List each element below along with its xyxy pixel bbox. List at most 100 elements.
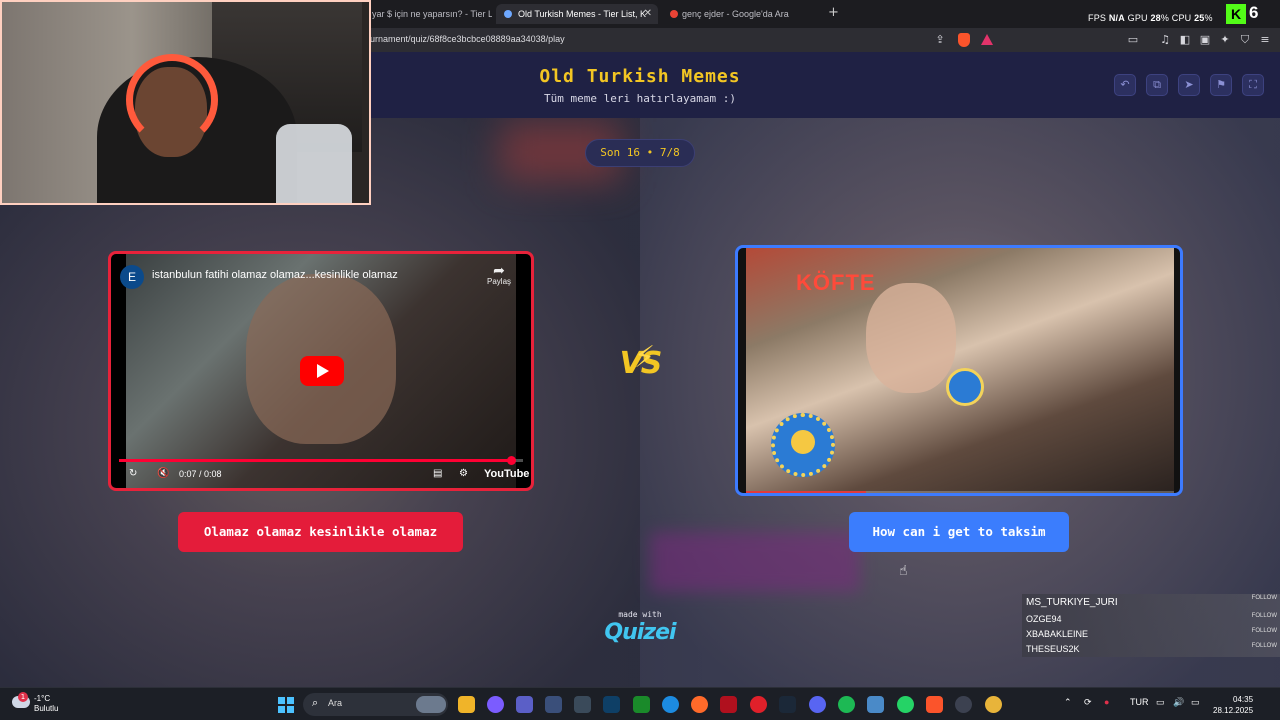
weather-badge: 1: [18, 692, 28, 702]
chat-row: OZGE94 FOLLOW: [1022, 612, 1280, 627]
file-explorer-icon[interactable]: [458, 696, 475, 713]
follow-label: FOLLOW: [1251, 643, 1277, 649]
menu-icon[interactable]: ≡: [1258, 33, 1272, 47]
channel-avatar[interactable]: E: [120, 265, 144, 289]
battery-icon[interactable]: ▭: [1191, 697, 1200, 708]
app-red-icon[interactable]: [720, 696, 737, 713]
search-placeholder: Ara: [328, 698, 343, 708]
share-button[interactable]: ➦ Paylaş: [487, 263, 511, 286]
vpn-icon[interactable]: ⛉: [1238, 33, 1252, 47]
share-quiz-button[interactable]: ⧉: [1146, 74, 1168, 96]
mic-muted-icon[interactable]: ●: [1104, 697, 1109, 707]
whatsapp-icon[interactable]: [897, 696, 914, 713]
leo-ai-icon[interactable]: ✦: [1218, 33, 1232, 47]
brave-rewards-icon[interactable]: [981, 34, 993, 45]
clock-time: 04:35: [1233, 695, 1254, 704]
taskbar-search[interactable]: ⌕ Ara: [303, 693, 448, 716]
system-clock[interactable]: 04:35 28.12.2025: [1213, 694, 1253, 716]
send-button[interactable]: ➤: [1178, 74, 1200, 96]
microphone-icon: [946, 368, 984, 406]
water-bottle: [276, 124, 352, 203]
mute-icon[interactable]: 🔇: [157, 468, 169, 479]
weather-temp: -1°C: [34, 694, 51, 703]
share-icon[interactable]: ⇪: [933, 33, 947, 47]
choose-right-button[interactable]: How can i get to taksim: [849, 512, 1069, 552]
video-title[interactable]: istanbulun fatihi olamaz olamaz...kesinl…: [152, 269, 398, 281]
obs-icon[interactable]: [955, 696, 972, 713]
sync-icon[interactable]: ⟳: [1084, 697, 1092, 708]
new-tab-icon[interactable]: +: [828, 5, 839, 20]
reader-mode-icon[interactable]: ▭: [1126, 33, 1140, 47]
spotify-icon[interactable]: [838, 696, 855, 713]
chat-overlay: MS_TURKIYE_JURI FOLLOW OZGE94 FOLLOW XBA…: [1022, 594, 1280, 657]
google-favicon-icon: [670, 10, 678, 18]
play-button[interactable]: [300, 356, 344, 386]
chrome-icon[interactable]: [985, 696, 1002, 713]
headset-icon: [126, 54, 218, 146]
report-flag-button[interactable]: ⚑: [1210, 74, 1232, 96]
lightning-icon: ⚡: [634, 340, 656, 375]
photoshop-icon[interactable]: [603, 696, 620, 713]
tab-favicon-icon: [504, 10, 512, 18]
brave-shield-icon[interactable]: [958, 33, 970, 47]
settings-gear-icon[interactable]: ⚙: [459, 468, 468, 479]
right-video-card[interactable]: KÖFTE: [735, 245, 1183, 496]
tab-label: yar $ için ne yaparsın? - Tier List: [372, 9, 492, 19]
url-text[interactable]: urnament/quiz/68f8ce3bcbce08889aa34038/p…: [370, 34, 565, 44]
discord-icon[interactable]: [809, 696, 826, 713]
weather-desc: Bulutlu: [34, 704, 59, 713]
xbox-icon[interactable]: [633, 696, 650, 713]
fullscreen-button[interactable]: ⛶: [1242, 74, 1264, 96]
windows-start-icon[interactable]: [278, 697, 294, 713]
mouse-cursor-icon: ☝: [899, 563, 908, 579]
kofte-sign: KÖFTE: [796, 270, 876, 295]
video-progress-bar[interactable]: [119, 456, 523, 465]
weather-widget[interactable]: -1°C Bulutlu: [34, 694, 58, 714]
volume-icon[interactable]: 🔊: [1173, 697, 1184, 708]
right-video-thumbnail: KÖFTE: [746, 248, 1174, 493]
wallet-icon[interactable]: ▣: [1198, 33, 1212, 47]
chat-username: XBABAKLEINE: [1026, 629, 1089, 639]
opera-icon[interactable]: [750, 696, 767, 713]
steam-icon[interactable]: [779, 696, 796, 713]
kick-logo-icon: K: [1226, 4, 1246, 24]
tab-label: Old Turkish Memes - Tier List, K: [518, 9, 647, 19]
right-video-progress-bar[interactable]: [746, 491, 1174, 493]
search-highlight-icon: [416, 696, 446, 713]
youtube-logo[interactable]: YouTube: [484, 468, 529, 480]
replay-icon[interactable]: ↻: [129, 468, 137, 479]
sidebar-icon[interactable]: ◧: [1178, 33, 1192, 47]
scrubber-handle[interactable]: [506, 456, 516, 465]
share-arrow-icon: ➦: [493, 262, 505, 278]
tab-old-turkish-memes[interactable]: Old Turkish Memes - Tier List, K ✕: [496, 4, 658, 24]
follow-label: FOLLOW: [1251, 613, 1277, 619]
edge-icon[interactable]: [662, 696, 679, 713]
progress-fill: [746, 491, 866, 493]
firefox-icon[interactable]: [691, 696, 708, 713]
network-app-icon[interactable]: [867, 696, 884, 713]
quizei-logo[interactable]: Quizei: [590, 620, 690, 645]
network-icon[interactable]: ▭: [1156, 697, 1165, 708]
lightroom-icon[interactable]: [574, 696, 591, 713]
tab-tier-list-prev[interactable]: yar $ için ne yaparsın? - Tier List: [372, 4, 492, 24]
brave-icon[interactable]: [926, 696, 943, 713]
chevron-up-icon[interactable]: ⌃: [1064, 697, 1072, 708]
streamer-webcam: [0, 0, 371, 205]
calendar-app-icon[interactable]: [545, 696, 562, 713]
language-indicator[interactable]: TUR: [1130, 697, 1149, 707]
blurred-banner: [650, 532, 860, 592]
left-video-card[interactable]: E istanbulun fatihi olamaz olamaz...kesi…: [108, 251, 534, 491]
captions-icon[interactable]: ▤: [433, 468, 442, 479]
old-man-face-image: [866, 283, 956, 393]
tab-google-search[interactable]: genç ejder - Google'da Ara: [662, 4, 822, 24]
share-label: Paylaş: [487, 277, 512, 286]
teams-icon[interactable]: [516, 696, 533, 713]
performance-overlay: FPS N/A GPU 28% CPU 25%: [1088, 13, 1213, 23]
copilot-icon[interactable]: [487, 696, 504, 713]
choose-left-button[interactable]: Olamaz olamaz kesinlikle olamaz: [178, 512, 463, 552]
undo-button[interactable]: ↶: [1114, 74, 1136, 96]
media-icon[interactable]: ♫: [1158, 33, 1172, 47]
search-icon: ⌕: [312, 696, 319, 709]
close-tab-icon[interactable]: ✕: [644, 4, 652, 24]
video-time: 0:07 / 0:08: [179, 469, 222, 479]
